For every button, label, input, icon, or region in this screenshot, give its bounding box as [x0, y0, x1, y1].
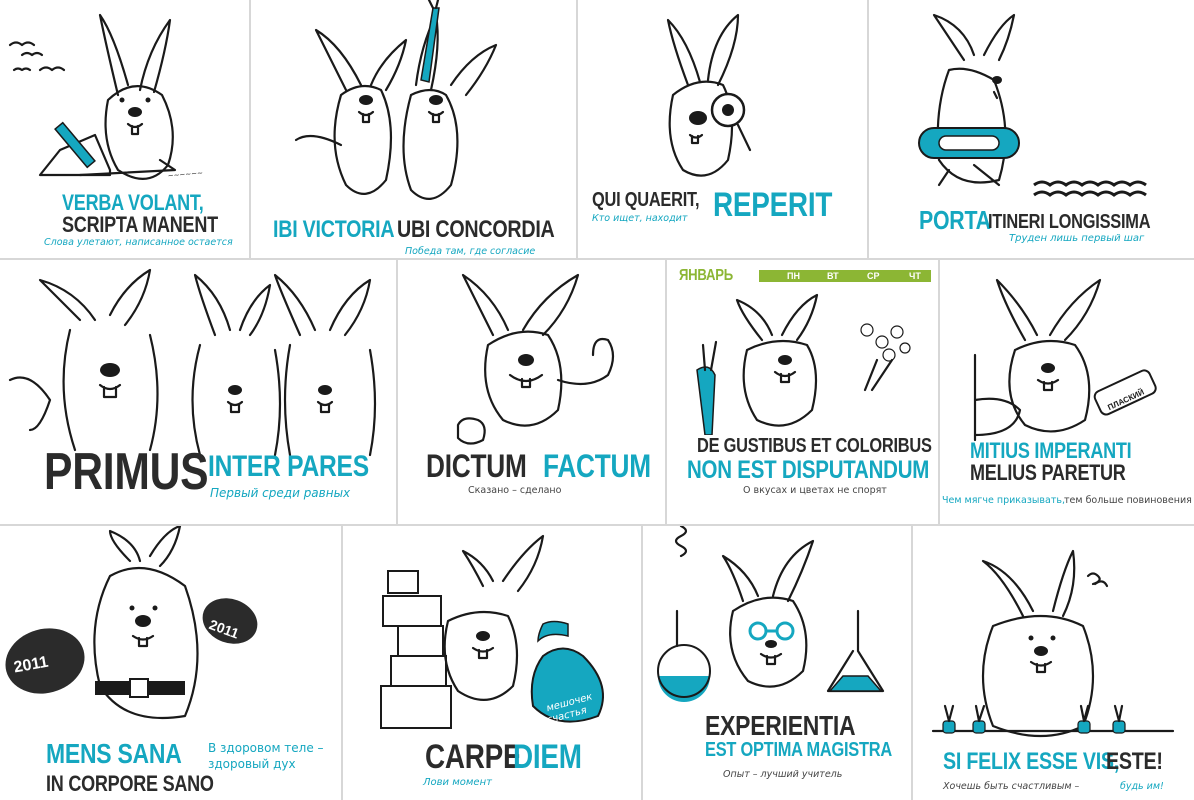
- latin-phrase-dark: UBI CONCORDIA: [397, 216, 555, 243]
- russian-translation: Лови момент: [423, 777, 492, 788]
- latin-phrase-teal: MENS SANA: [46, 738, 182, 769]
- poster-verba-volant: ~~~~~~ VERBA VOLANT, SCRIPTA MANENT Слов…: [0, 0, 249, 258]
- magnifier-bunny-illustration: [666, 13, 752, 177]
- latin-line-2: EST OPTIMA MAGISTRA: [705, 739, 892, 761]
- poster-dictum-factum: DICTUM FACTUM Сказано – сделано: [398, 260, 665, 524]
- russian-translation: Победа там, где согласие: [405, 246, 536, 257]
- poster-primus-inter-pares: PRIMUS INTER PARES Первый среди равных: [0, 260, 396, 524]
- poster-experientia: EXPERIENTIA EST OPTIMA MAGISTRA Опыт – л…: [643, 526, 911, 800]
- russian-translation-dark: Хочешь быть счастливым –: [943, 781, 1080, 792]
- poster-si-felix: SI FELIX ESSE VIS, ESTE! Хочешь быть сча…: [913, 526, 1194, 800]
- latin-phrase-dark: IN CORPORE SANO: [46, 771, 214, 796]
- russian-translation: Кто ищет, находит: [592, 213, 688, 224]
- latin-phrase-teal: IBI VICTORIA: [273, 216, 395, 243]
- latin-phrase-teal: FACTUM: [543, 448, 651, 484]
- poster-mitius-imperanti: ПЛАСКИЙ MITIUS IMPERANTI MELIUS PARETUR …: [940, 260, 1194, 524]
- carrot-and-flowers-bunny-illustration: [696, 293, 911, 435]
- poster-porta-itineri: PORTA ITINERI LONGISSIMA Труден лишь пер…: [869, 0, 1194, 258]
- latin-line-2: SCRIPTA MANENT: [62, 212, 218, 237]
- latin-line-2: MELIUS PARETUR: [970, 460, 1126, 485]
- latin-line-1: MITIUS IMPERANTI: [970, 438, 1132, 463]
- russian-translation-line-2: здоровый дух: [208, 757, 296, 771]
- ok-gesture-bunny-illustration: [456, 273, 615, 445]
- three-bunnies-illustration: [8, 268, 377, 457]
- latin-phrase-dark: DICTUM: [426, 448, 527, 484]
- russian-translation-dark: тем больше повиновения: [1064, 495, 1192, 506]
- latin-phrase-dark: ITINERI LONGISSIMA: [988, 211, 1151, 233]
- two-bunnies-carrot-illustration: [294, 0, 498, 200]
- poster-de-gustibus: ЯНВАРЬ ПН ВТ СР ЧТ DE GUSTIBUS ET COLORI…: [667, 260, 938, 524]
- latin-phrase-teal: INTER PARES: [208, 450, 369, 483]
- latin-phrase-teal: PORTA: [919, 205, 991, 235]
- russian-translation: Слова улетают, написанное остается: [44, 237, 233, 248]
- latin-line-1: EXPERIENTIA: [705, 710, 856, 741]
- latin-line-2: NON EST DISPUTANDUM: [687, 456, 930, 484]
- russian-translation: Труден лишь первый шаг: [1009, 233, 1145, 244]
- russian-translation: Опыт – лучший учитель: [723, 769, 843, 780]
- poster-carpe-diem: мешочек счастья CARPE DIEM Лови момент: [343, 526, 641, 800]
- latin-phrase-teal: DIEM: [513, 738, 582, 776]
- poster-qui-quaerit: QUI QUAERIT, REPERIT Кто ищет, находит: [578, 0, 867, 258]
- poster-mens-sana: 2011 2011 MENS SANA IN CORPORE SANO В зд…: [0, 526, 341, 800]
- latin-phrase-dark: QUI QUAERIT,: [592, 189, 700, 211]
- writing-bunny-illustration: ~~~~~~: [8, 13, 203, 180]
- sign-bunny-illustration: ПЛАСКИЙ: [973, 278, 1157, 442]
- svg-text:~~~~~~: ~~~~~~: [167, 169, 203, 180]
- russian-translation-teal: Чем мягче приказывать,: [942, 495, 1065, 506]
- latin-phrase-dark: ESTE!: [1106, 748, 1163, 775]
- russian-translation: О вкусах и цветах не спорят: [743, 485, 887, 496]
- latin-line-1: DE GUSTIBUS ET COLORIBUS: [697, 435, 932, 457]
- latin-phrase-teal: SI FELIX ESSE VIS,: [943, 748, 1120, 775]
- latin-phrase-dark: CARPE: [425, 738, 522, 776]
- latin-phrase-dark: PRIMUS: [44, 443, 209, 501]
- gifts-bunny-illustration: мешочек счастья: [380, 534, 604, 729]
- russian-translation-teal: будь им!: [1120, 781, 1164, 792]
- swim-ring-bunny-illustration: [918, 13, 1147, 197]
- russian-translation: Сказано – сделано: [468, 485, 562, 496]
- poster-ibi-victoria: IBI VICTORIA UBI CONCORDIA Победа там, г…: [251, 0, 576, 258]
- latin-phrase-teal: REPERIT: [713, 186, 833, 224]
- garden-bunny-illustration: [931, 549, 1175, 738]
- latin-line-1: VERBA VOLANT,: [62, 190, 204, 215]
- russian-translation-line-1: В здоровом теле –: [208, 741, 324, 755]
- strongman-bunny-illustration: 2011 2011: [5, 526, 258, 720]
- chemist-bunny-illustration: [657, 526, 885, 702]
- russian-translation: Первый среди равных: [210, 486, 351, 500]
